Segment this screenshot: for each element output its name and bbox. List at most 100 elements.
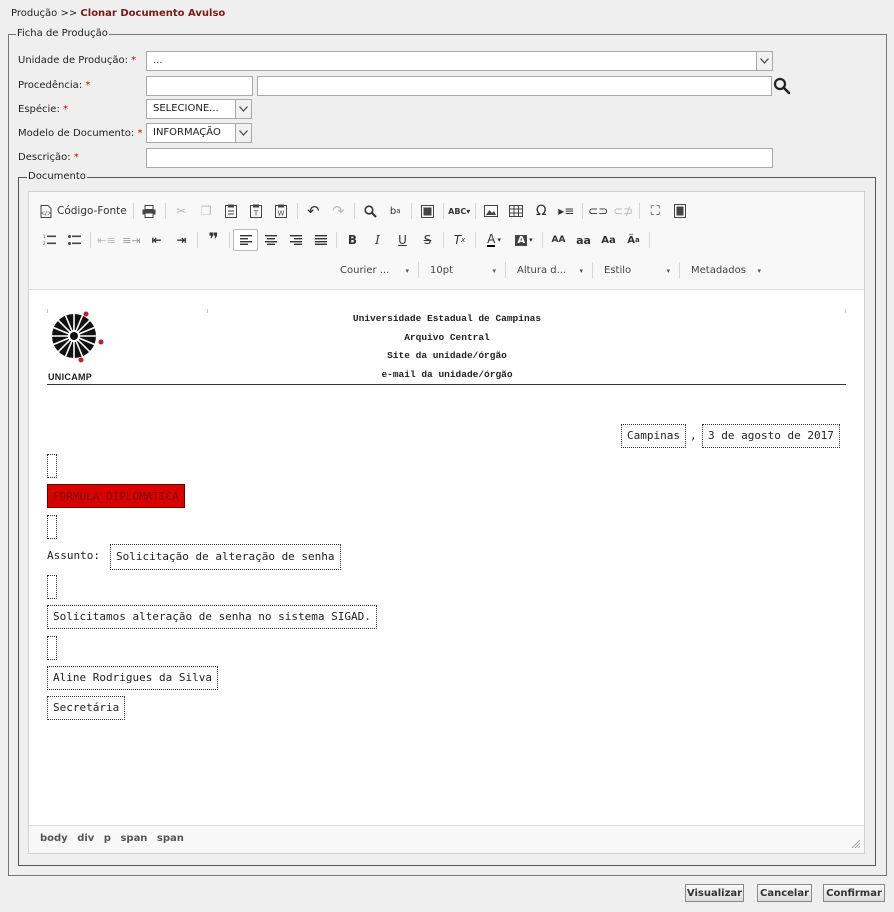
bold-icon[interactable]: B [340,229,365,251]
metadata-combo[interactable]: Metadados ▾ [683,259,767,281]
cancel-button[interactable]: Cancelar [757,884,812,902]
element-path-bar: body div p span span [29,827,864,853]
empty-paragraph[interactable] [47,454,57,478]
transform-case-icon[interactable]: Äa [621,229,646,251]
breadcrumb-current: Clonar Documento Avulso [80,8,226,19]
body-paragraph[interactable]: Solicitamos alteração de senha no sistem… [47,605,377,629]
replace-icon[interactable]: ba [383,200,408,222]
ficha-producao-legend: Ficha de Produção [16,28,109,39]
align-left-icon[interactable] [233,229,258,251]
empty-paragraph[interactable] [47,575,57,599]
background-color-icon[interactable]: A ▾ [509,229,539,251]
path-item[interactable]: span [120,833,147,844]
outdent-disabled-icon[interactable]: ⇤≡ [94,229,119,251]
path-item[interactable]: span [157,833,184,844]
empty-paragraph[interactable] [47,515,57,539]
lowercase-icon[interactable]: aa [571,229,596,251]
increase-indent-icon[interactable]: ⇥ [169,229,194,251]
especie-value: SELECIONE... [153,103,219,114]
city-field[interactable]: Campinas [621,424,686,448]
source-button[interactable]: </> Código-Fonte [37,200,130,222]
numbered-list-icon[interactable]: 12 [37,229,62,251]
remove-format-icon[interactable]: Tx [447,229,472,251]
unidade-select[interactable]: ... [146,51,773,71]
source-label: Código-Fonte [57,205,127,217]
indent-disabled-icon[interactable]: ≡⇥ [119,229,144,251]
print-icon[interactable] [137,200,162,222]
bulleted-list-icon[interactable] [62,229,87,251]
align-right-icon[interactable] [283,229,308,251]
especie-select[interactable]: SELECIONE... [146,99,252,119]
especie-label: Espécie: * [18,104,69,115]
show-blocks-icon[interactable] [668,200,693,222]
text-color-icon[interactable]: A ▾ [479,229,509,251]
resize-handle-icon[interactable] [851,839,861,849]
source-icon: </> [40,204,52,218]
align-center-icon[interactable] [258,229,283,251]
date-comma: , [690,429,697,442]
chevron-down-icon [235,124,251,142]
procedencia-name-input[interactable] [257,76,772,96]
select-all-icon[interactable] [415,200,440,222]
decrease-indent-icon[interactable]: ⇤ [144,229,169,251]
strikethrough-icon[interactable]: S [415,229,440,251]
documento-legend: Documento [27,171,87,182]
path-item[interactable]: div [77,833,94,844]
underline-icon[interactable]: U [390,229,415,251]
logo-text: UNICAMP [48,372,93,382]
procedencia-code-input[interactable] [146,76,253,96]
blockquote-icon[interactable]: ❞ [201,229,226,251]
paste-icon[interactable] [219,200,244,222]
toolbar-row-2: 12 ⇤≡ ≡⇥ ⇤ ⇥ ❞ B I U S Tx A ▾ A ▾ AA aa Aa… [37,228,653,252]
redo-icon[interactable]: ↷ [326,200,351,222]
page-break-icon[interactable]: ▸≡ [554,200,579,222]
special-char-icon[interactable]: Ω [529,200,554,222]
paste-word-icon[interactable]: W [269,200,294,222]
svg-text:1: 1 [43,234,46,239]
search-icon[interactable] [773,77,791,95]
font-combo[interactable]: Courier ... ▾ [332,259,415,281]
svg-text:T: T [253,210,259,218]
justify-icon[interactable] [308,229,333,251]
cut-icon[interactable]: ✂ [169,200,194,222]
formula-diplomatica-field[interactable]: FORMULA_DIPLOMATICA [47,484,185,508]
link-icon[interactable]: ⊂⊃ [586,200,611,222]
path-item[interactable]: body [40,833,68,844]
breadcrumb-parent[interactable]: Produção >> [11,8,77,19]
date-field[interactable]: 3 de agosto de 2017 [702,424,840,448]
breadcrumb: Produção >> Clonar Documento Avulso [11,8,225,19]
toolbar-row-3: Courier ... ▾ 10pt ▾ Altura d... ▾ Estilo ▾ … [332,259,767,281]
unlink-icon[interactable]: ⊂⊅ [611,200,636,222]
signer-role-field[interactable]: Secretária [47,696,126,720]
assunto-field[interactable]: Solicitação de alteração de senha [110,544,341,570]
italic-icon[interactable]: I [365,229,390,251]
chevron-down-icon [756,52,772,70]
procedencia-label: Procedência: * [18,80,91,91]
style-combo[interactable]: Estilo ▾ [596,259,676,281]
capitalize-icon[interactable]: Aa [596,229,621,251]
find-icon[interactable] [358,200,383,222]
paste-text-icon[interactable]: T [244,200,269,222]
font-size-combo[interactable]: 10pt ▾ [422,259,502,281]
copy-icon[interactable]: ❐ [194,200,219,222]
empty-paragraph[interactable] [47,636,57,660]
confirm-button[interactable]: Confirmar [823,884,885,902]
visualizar-button[interactable]: Visualizar [685,884,744,902]
modelo-select[interactable]: INFORMAÇÃO [146,123,252,143]
undo-icon[interactable]: ↶ [301,200,326,222]
line-height-combo[interactable]: Altura d... ▾ [509,259,589,281]
uppercase-icon[interactable]: AA [546,229,571,251]
descricao-input[interactable] [146,148,773,168]
svg-text:2: 2 [43,241,46,246]
header-line-1: Universidade Estadual de Campinas [352,313,542,324]
path-item[interactable]: p [104,833,111,844]
image-icon[interactable] [479,200,504,222]
spellcheck-icon[interactable]: ABC▾ [447,200,472,222]
table-icon[interactable] [504,200,529,222]
header-line-3: Site da unidade/órgão [387,350,507,361]
signer-name-field[interactable]: Aline Rodrigues da Silva [47,666,218,690]
assunto-label: Assunto: [47,549,100,562]
modelo-label: Modelo de Documento: * [18,128,143,139]
maximize-icon[interactable]: ⛶ [643,200,668,222]
element-path: body div p span span [40,833,190,844]
